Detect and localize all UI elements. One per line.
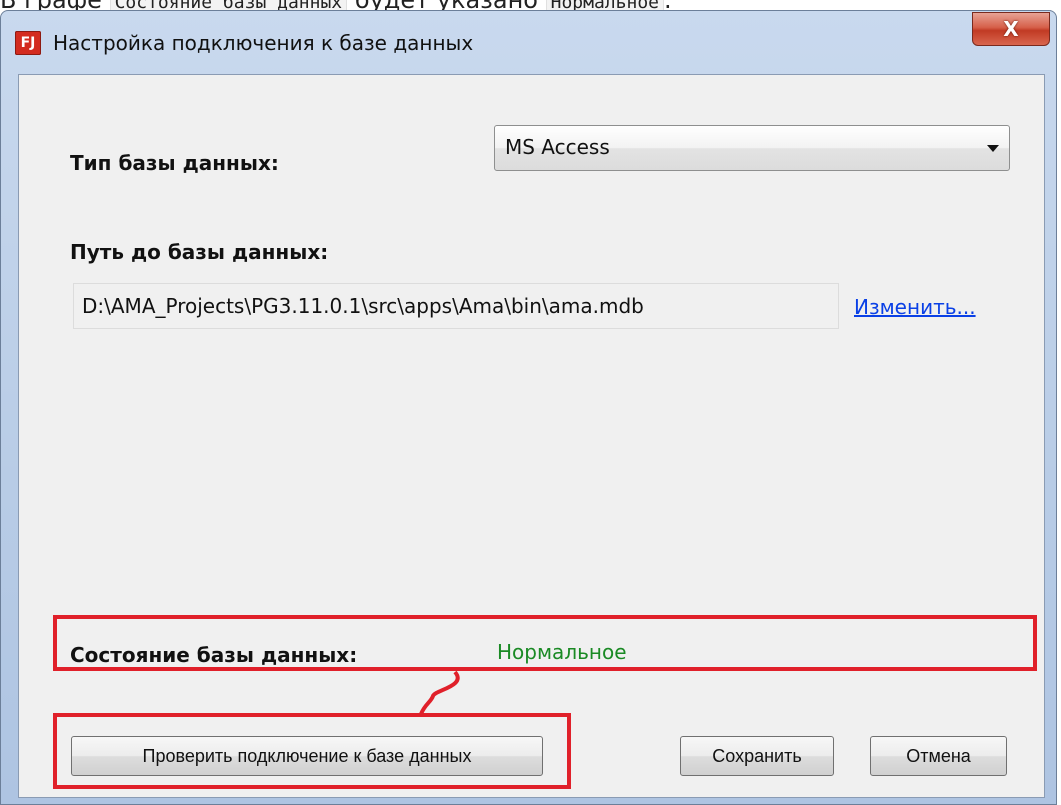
button-highlight-box (53, 713, 571, 789)
db-connection-dialog: FJ Настройка подключения к базе данных X… (0, 10, 1057, 805)
db-path-field: D:\AMA_Projects\PG3.11.0.1\src\apps\Ama\… (73, 283, 839, 329)
cancel-button[interactable]: Отмена (870, 736, 1007, 776)
window-title: Настройка подключения к базе данных (53, 31, 474, 55)
db-type-label: Тип базы данных: (70, 151, 279, 175)
save-button[interactable]: Сохранить (680, 736, 834, 776)
app-icon: FJ (15, 31, 41, 55)
db-type-selected-value: MS Access (505, 135, 610, 159)
dialog-client-area: Тип базы данных: MS Access Путь до базы … (18, 74, 1045, 798)
db-path-label: Путь до базы данных: (70, 240, 329, 264)
db-type-select[interactable]: MS Access (494, 125, 1010, 171)
chevron-down-icon[interactable] (987, 145, 999, 152)
status-highlight-box (53, 615, 1037, 671)
change-path-link[interactable]: Изменить... (854, 295, 976, 319)
title-bar[interactable]: FJ Настройка подключения к базе данных X (1, 11, 1056, 73)
close-button[interactable]: X (972, 12, 1050, 46)
connector-squiggle (419, 670, 460, 715)
